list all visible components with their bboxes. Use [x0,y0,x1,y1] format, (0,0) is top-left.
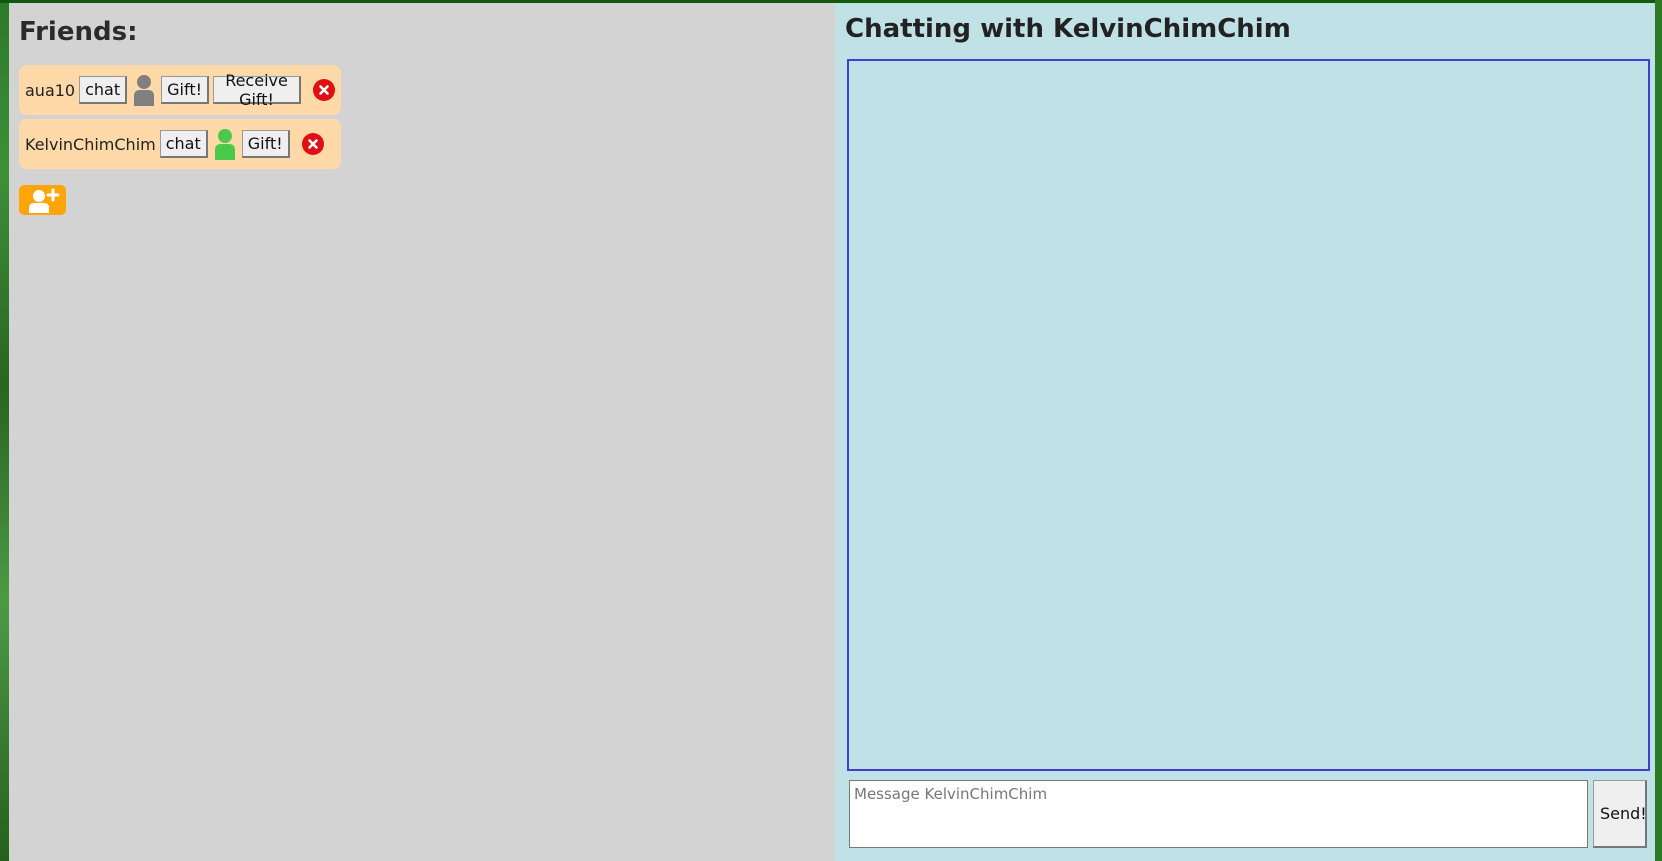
person-icon [214,128,236,160]
gift-button[interactable]: Gift! [241,130,290,158]
friend-name: aua10 [25,80,76,100]
friends-title: Friends: [19,17,138,47]
friend-row-kelvinchimchim: KelvinChimChim chat Gift! [19,119,341,169]
message-input[interactable] [849,780,1588,848]
friend-name: KelvinChimChim [25,134,156,154]
add-person-icon [28,188,59,213]
receive-gift-button[interactable]: Receive Gift! [213,71,301,109]
desktop-background-right [1655,0,1662,861]
friend-row-aua10: aua10 chat Gift! Receive Gift! [19,65,341,115]
remove-friend-icon[interactable] [301,133,324,155]
friends-panel: Friends: aua10 chat Gift! Receive Gift! … [9,3,835,861]
desktop-background [0,0,9,861]
chat-button[interactable]: chat [79,76,128,104]
chat-title: Chatting with KelvinChimChim [845,14,1291,44]
gift-button[interactable]: Gift! [161,76,210,104]
chat-messages-area [847,59,1650,771]
person-icon [133,74,155,106]
add-friend-button[interactable] [19,185,66,215]
chat-button[interactable]: chat [159,130,208,158]
chat-panel: Chatting with KelvinChimChim Send! [835,3,1662,861]
remove-friend-icon[interactable] [313,79,335,101]
send-button[interactable]: Send! [1593,780,1647,848]
